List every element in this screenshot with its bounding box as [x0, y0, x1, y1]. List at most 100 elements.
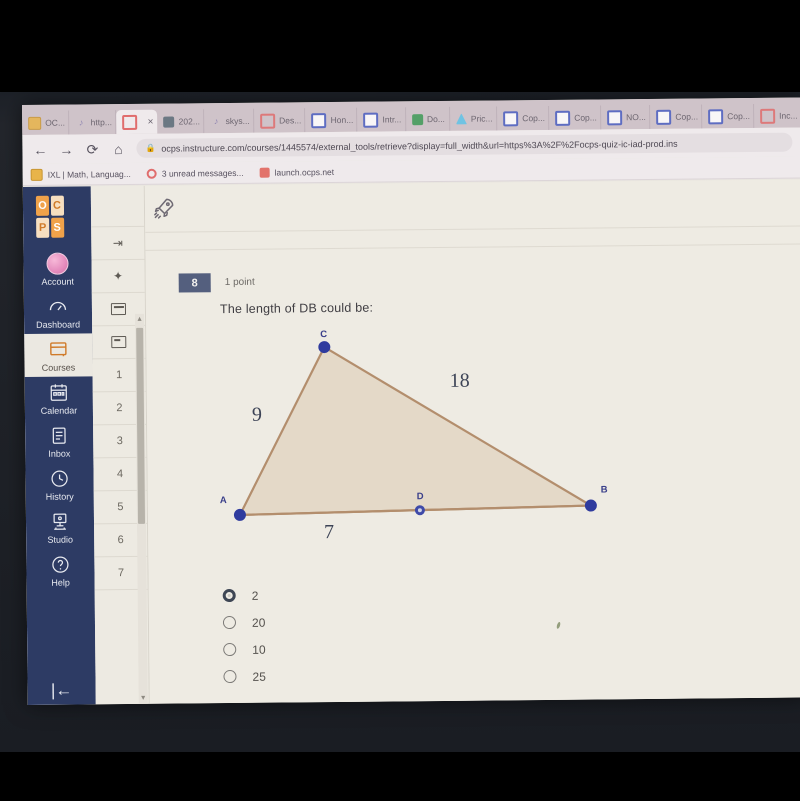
bookmark-launch-ocps[interactable]: launch.ocps.net [259, 166, 335, 178]
sidebar-item-studio[interactable]: Studio [26, 505, 94, 549]
sidebar-item-help[interactable]: Help [26, 548, 94, 592]
vertex-point-c [318, 341, 331, 354]
browser-tab[interactable]: 202... [157, 109, 205, 134]
slides-favicon [311, 112, 327, 128]
scroll-down-arrow-icon[interactable]: ▼ [140, 695, 147, 702]
calendar-icon [48, 382, 70, 404]
dashboard-icon [47, 296, 69, 318]
triangle-figure: A B C D 9 18 7 [206, 326, 678, 571]
docs-favicon [656, 109, 672, 125]
sidebar-item-label: Inbox [48, 448, 71, 459]
sidebar-item-account[interactable]: Account [23, 247, 91, 291]
reload-button[interactable]: ⟳ [84, 141, 100, 157]
browser-tab[interactable]: Do... [405, 106, 451, 132]
sidebar-item-label: Dashboard [36, 319, 81, 330]
answer-option-1[interactable]: 2 [222, 582, 266, 609]
docs-favicon [606, 109, 623, 125]
close-icon[interactable]: × [148, 116, 154, 127]
help-question-icon [49, 554, 71, 576]
bookmark-label: IXL | Math, Languag... [47, 168, 131, 180]
pin-icon[interactable]: ✦ [91, 259, 145, 294]
lock-icon: 🔒 [145, 143, 156, 153]
vertex-label-b: B [600, 484, 608, 496]
answer-option-label: 2 [251, 588, 259, 603]
sidebar-item-history[interactable]: History [25, 462, 93, 506]
tab-title: Intr... [382, 114, 402, 125]
sidebar-item-label: Account [41, 276, 75, 287]
sidebar-item-courses[interactable]: Courses [24, 333, 93, 377]
bookmark-ixl[interactable]: IXL | Math, Languag... [30, 167, 131, 181]
screen-speck [556, 621, 562, 630]
answer-option-2[interactable]: 20 [222, 609, 266, 636]
sidebar-item-calendar[interactable]: Calendar [25, 376, 93, 420]
bookmark-label: 3 unread messages... [161, 167, 244, 179]
browser-tab-active[interactable]: × [116, 109, 158, 135]
radio-button[interactable] [223, 669, 237, 684]
sidebar-item-label: Calendar [40, 405, 78, 416]
browser-tab[interactable]: Cop... [702, 103, 755, 129]
tab-title: http... [90, 117, 112, 128]
browser-tab[interactable]: Cop... [549, 105, 602, 130]
tab-title: Cop... [675, 111, 699, 122]
forward-button[interactable]: → [58, 141, 74, 157]
radio-button-selected[interactable] [222, 588, 236, 603]
back-button[interactable]: ← [32, 141, 48, 157]
ring-favicon [260, 113, 276, 129]
browser-tab[interactable]: ♪ skys... [204, 108, 255, 134]
answer-option-label: 25 [252, 669, 266, 684]
ring-favicon [760, 108, 776, 124]
browser-tab[interactable]: Cop... [650, 104, 703, 129]
sidebar-item-label: Studio [47, 534, 73, 545]
tab-title: Cop... [574, 112, 597, 123]
side-label-ac: 9 [251, 403, 263, 426]
page-body: O C P S Account Dashboard Courses Calend… [22, 179, 800, 705]
vertex-point-b [584, 499, 597, 512]
browser-tab[interactable]: ♪ http... [69, 110, 117, 135]
qnav-header [90, 185, 145, 228]
answer-option-4[interactable]: 25 [223, 663, 266, 690]
triangle-svg [233, 341, 597, 521]
ring-favicon [122, 114, 138, 130]
rocket-icon[interactable] [151, 196, 177, 222]
vertex-label-a: A [219, 495, 228, 507]
content-divider [145, 243, 800, 251]
browser-tab[interactable]: OC... [22, 110, 70, 135]
sidebar-item-label: Help [51, 577, 70, 588]
radio-button[interactable] [222, 615, 237, 630]
question-header: 8 1 point [178, 273, 255, 293]
tab-title: Cop... [522, 112, 546, 124]
radio-button[interactable] [223, 642, 237, 657]
browser-tab[interactable]: Pric... [449, 106, 498, 131]
tab-title: Cop... [727, 111, 750, 122]
bookmark-unread-messages[interactable]: 3 unread messages... [146, 167, 244, 179]
collapse-arrow-icon[interactable]: |← [51, 681, 73, 705]
sidebar-item-inbox[interactable]: Inbox [25, 419, 93, 463]
indent-arrow-icon[interactable]: ⇥ [91, 226, 145, 261]
address-bar[interactable]: 🔒 ocps.instructure.com/courses/1445574/e… [136, 132, 793, 158]
answer-option-3[interactable]: 10 [223, 636, 266, 663]
ocps-logo[interactable]: O C P S [35, 195, 78, 238]
answer-options: 2 20 10 25 [222, 582, 266, 690]
browser-tab[interactable]: Des... [254, 108, 306, 133]
scroll-up-arrow-icon[interactable]: ▲ [136, 316, 143, 323]
browser-tab[interactable]: NO... [600, 104, 651, 130]
browser-tab[interactable]: Intr... [357, 107, 407, 132]
bookmark-label: launch.ocps.net [274, 166, 335, 178]
question-number-badge: 8 [178, 273, 211, 293]
scrollbar-thumb[interactable] [136, 327, 146, 524]
content-divider [145, 225, 800, 233]
tab-title: OC... [45, 117, 66, 128]
vertex-label-d: D [416, 491, 425, 503]
sidebar-item-dashboard[interactable]: Dashboard [24, 290, 92, 334]
vertex-point-d-inner [417, 508, 422, 513]
tab-title: Do... [426, 113, 445, 125]
browser-tab[interactable]: Cop... [497, 105, 550, 131]
laptop-screen: OC... ♪ http... × 202... ♪ skys... Des... … [22, 97, 800, 705]
home-button[interactable]: ⌂ [110, 141, 126, 157]
music-favicon: ♪ [78, 116, 84, 127]
browser-tab[interactable]: Hon... [305, 107, 358, 133]
browser-tab[interactable]: Inc... [754, 103, 800, 128]
question-points: 1 point [224, 276, 255, 289]
answer-option-label: 10 [252, 642, 266, 657]
avatar-icon [46, 252, 69, 275]
